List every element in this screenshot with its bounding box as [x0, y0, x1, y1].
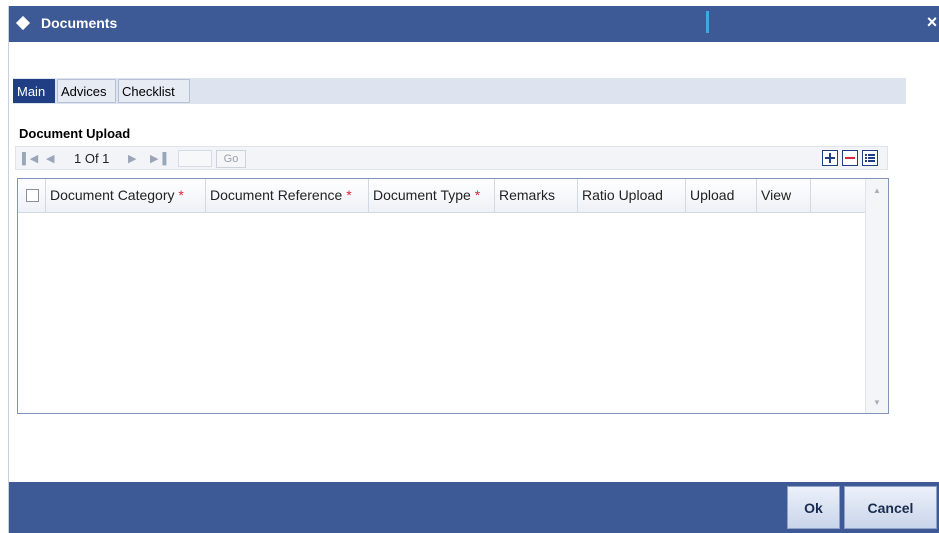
last-page-icon[interactable]: ▶▐ [150, 152, 166, 165]
grid-header: Document Category * Document Reference *… [18, 179, 866, 213]
tab-advices[interactable]: Advices [57, 79, 116, 103]
column-document-reference[interactable]: Document Reference * [206, 179, 369, 212]
previous-page-icon[interactable]: ◀ [46, 152, 54, 165]
add-row-button[interactable] [822, 150, 838, 166]
view-rows-button[interactable] [862, 150, 878, 166]
ok-button[interactable]: Ok [787, 486, 840, 529]
cancel-button[interactable]: Cancel [844, 486, 937, 529]
pagination-toolbar: ▌◀ ◀ 1 Of 1 ▶ ▶▐ Go [15, 146, 888, 170]
column-document-type[interactable]: Document Type * [369, 179, 495, 212]
minus-icon [845, 157, 855, 159]
first-page-icon[interactable]: ▌◀ [22, 152, 38, 165]
tab-checklist[interactable]: Checklist [118, 79, 190, 103]
required-marker: * [178, 187, 184, 203]
column-upload[interactable]: Upload [686, 179, 757, 212]
list-icon [865, 154, 875, 162]
title-marker [706, 11, 709, 33]
window-title: Documents [41, 15, 118, 31]
select-all-column [18, 179, 46, 212]
column-ratio-upload[interactable]: Ratio Upload [578, 179, 686, 212]
tab-strip: Main Advices Checklist [13, 78, 906, 104]
required-marker: * [346, 187, 352, 203]
page-info: 1 Of 1 [74, 151, 110, 166]
diamond-icon [15, 15, 31, 31]
document-grid: Document Category * Document Reference *… [17, 178, 889, 414]
grid-scrollbar[interactable]: ▲ ▼ [865, 179, 888, 413]
footer-bar: Ok Cancel [9, 482, 939, 533]
select-all-checkbox[interactable] [26, 189, 39, 202]
close-button[interactable]: × [924, 10, 939, 34]
next-page-icon[interactable]: ▶ [128, 152, 136, 165]
documents-window: Documents × Main Advices Checklist Docum… [8, 6, 939, 533]
column-view[interactable]: View [757, 179, 811, 212]
tab-main[interactable]: Main [13, 79, 55, 103]
goto-page-input[interactable] [178, 150, 212, 167]
section-title: Document Upload [19, 126, 131, 141]
required-marker: * [474, 187, 481, 203]
column-remarks[interactable]: Remarks [495, 179, 578, 212]
scroll-down-icon[interactable]: ▼ [866, 395, 888, 411]
title-bar: Documents × [9, 6, 939, 42]
column-document-category[interactable]: Document Category * [46, 179, 206, 212]
scroll-up-icon[interactable]: ▲ [866, 183, 888, 199]
go-button[interactable]: Go [216, 150, 246, 168]
plus-icon [825, 153, 835, 163]
delete-row-button[interactable] [842, 150, 858, 166]
